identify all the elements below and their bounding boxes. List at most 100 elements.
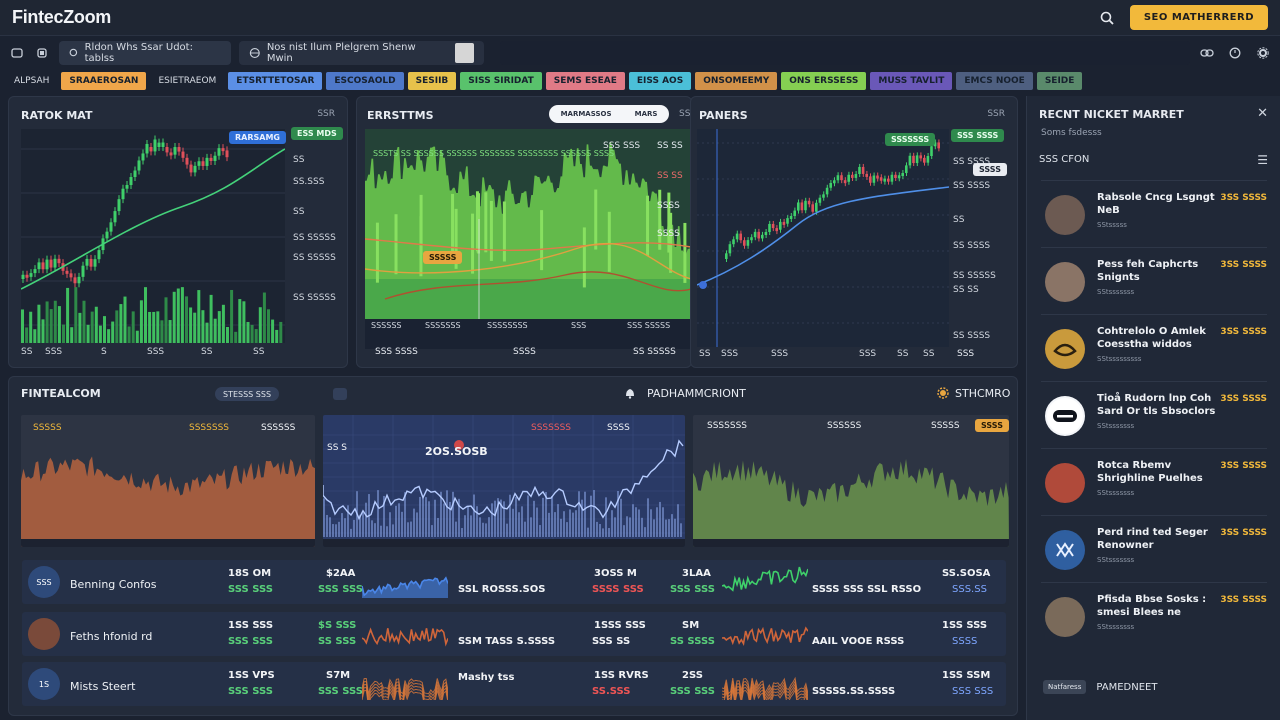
y-tick-label: SS SS [953, 285, 979, 295]
ticker-item[interactable]: ALPSAH [6, 72, 57, 90]
price-chart[interactable] [21, 129, 285, 343]
ticker-item[interactable]: ONS ERSSESS [781, 72, 867, 90]
sparkline-chart [722, 626, 808, 647]
cell-c7b: SSS SSS [952, 686, 994, 697]
center-title: PADHAMMCRIONT [647, 387, 746, 400]
news-item[interactable]: Rotca Rbemv Shrighline Puelhes SStsssssss… [1041, 448, 1267, 514]
chart-panel-center: ERRSTTMS MARMASSOS MARS SS SSS SSS SSSSS… [356, 96, 692, 368]
browser-tab-label: Nos nist Ilum Plelgrem Shenw Mwin [266, 42, 416, 64]
cell-c1a: 1SS SSS [228, 620, 274, 631]
news-item[interactable]: Pess feh Caphcrts Snignts SStsssssss 3SS S… [1041, 247, 1267, 313]
area-chart-plot [21, 456, 315, 547]
sidebar-heading: SSS CFON [1039, 154, 1090, 165]
chart-header: SSSS [607, 423, 630, 433]
ticker-item[interactable]: MUSS TAVLIT [870, 72, 953, 90]
bell-icon[interactable] [625, 387, 635, 399]
footer-label: PAMEDNEET [1096, 681, 1158, 693]
news-value: 3SS SSSS [1220, 528, 1267, 538]
chart-header: SSSSSSS [531, 423, 571, 433]
news-avatar [1045, 597, 1085, 637]
news-logo-icon [1047, 532, 1083, 568]
filter-pill[interactable]: STESSS SSS [215, 387, 280, 401]
ticker-item[interactable]: SESIIB [407, 72, 457, 90]
toggle-extra[interactable]: SS [679, 109, 690, 119]
toggle-small[interactable] [333, 388, 347, 400]
chart-badge-blue: RARSAMG [229, 131, 286, 144]
news-item[interactable]: Pfisda Bbse Sosks : smesi Blees ne SStsss… [1041, 582, 1267, 648]
y-label: SS S [327, 443, 347, 453]
browser-tab-active[interactable]: Rldon Whs Ssar Udot: tablss [58, 41, 232, 65]
sparkline-chart [362, 678, 448, 700]
toggle-option[interactable]: MARS [635, 110, 658, 118]
ticker-item[interactable]: SEMS ESEAE [545, 72, 625, 90]
app-logo[interactable]: FintecZoom [12, 7, 111, 28]
table-row[interactable]: 1S Mists Steert 1SS VPS SSS SSS S7M SSS SSS Ma… [22, 662, 1006, 706]
table-row[interactable]: Feths hfonid rd 1SS SSS SSS SSS $S SSS SS SS… [22, 612, 1006, 656]
bottom-right-value: SS SSSSS [633, 347, 676, 357]
cell-c1a: 1SS VPS [228, 670, 275, 681]
address-bar[interactable] [500, 41, 1191, 65]
x-tick-label: S [101, 347, 107, 357]
search-icon[interactable] [1096, 7, 1118, 29]
panel-title: PANERS [699, 109, 748, 122]
right-title: STHCMRO [955, 387, 1011, 400]
news-source: SStsssssssss [1097, 355, 1142, 363]
cell-c4a: 1SS RVRS [594, 670, 649, 681]
ticker-item[interactable]: SISS SIRIDAT [460, 72, 542, 90]
globe-icon [250, 47, 261, 59]
asset-avatar-text: 1S [38, 679, 50, 689]
cta-button[interactable]: SEO MATHERRERD [1129, 5, 1268, 30]
browser-tab[interactable]: Nos nist Ilum Plelgrem Shenw Mwin [239, 41, 485, 65]
news-item[interactable]: Perd rind ted Seger Renowner SStsssssss 3S… [1041, 515, 1267, 581]
ticker-item[interactable]: EISS AOS [628, 72, 692, 90]
news-avatar [1045, 262, 1085, 302]
cell-c6: AAIL VOOE RSSS [812, 636, 905, 647]
close-icon[interactable]: ✕ [1257, 106, 1268, 121]
cell-c3: Mashy tss [458, 672, 515, 683]
table-row[interactable]: SSS Benning Confos 18S OM SSS SSS $2AA SSS SS… [22, 560, 1006, 604]
cell-c1b: SSS SSS [228, 584, 273, 595]
cell-c2b: SSS SSS [318, 686, 363, 697]
cell-c2a: $S SSS [318, 620, 357, 631]
menu-icon[interactable]: ☰ [1257, 153, 1268, 167]
news-item[interactable]: Tioå Rudorn lnp Coh Sard Or tls Sbsoclor… [1041, 381, 1267, 447]
chart-header: SSSSSS [827, 421, 862, 431]
price-readout: 2OS.SOSB [425, 445, 488, 458]
trend-chart[interactable] [697, 129, 949, 347]
window-icon[interactable] [8, 44, 25, 62]
toggle-option[interactable]: MARMASSOS [561, 110, 612, 118]
ticker-item[interactable]: ONSOMEEMY [695, 72, 778, 90]
news-sidebar: RECNT NICKET MARRET ✕ Soms fsdesss SSS C… [1026, 96, 1280, 720]
cell-c3: SSL ROSSS.SOS [458, 584, 546, 595]
news-value: 3SS SSSS [1220, 394, 1267, 404]
gear-icon[interactable] [937, 387, 949, 399]
cell-c5a: SM [682, 620, 700, 631]
footer-pill[interactable]: Natfaress [1043, 680, 1087, 694]
ticker-item[interactable]: ETSRTTETOSAR [228, 72, 323, 90]
news-item[interactable]: Rabsole Cncg Lsgngt NeB SStsssss 3SS SSSS [1041, 180, 1267, 246]
line-chart-blue[interactable]: SSSSSSS SSSS SS S 2OS.SOSB [323, 415, 685, 547]
news-logo-icon [1047, 331, 1083, 367]
settings-icon[interactable] [1254, 44, 1272, 62]
news-item[interactable]: Cohtrelolo O Amlek Coesstha widdos SStsss… [1041, 314, 1267, 380]
link-icon[interactable] [1198, 44, 1216, 62]
sparkline-chart [722, 676, 808, 700]
area-chart-green[interactable]: SSSSSSS SSSSSS SSSSS SSSS [693, 415, 1009, 547]
ticker-item[interactable]: SRAAEROSAN [61, 72, 147, 90]
news-value: 3SS SSSS [1220, 595, 1267, 605]
asset-avatar-text: SSS [36, 577, 52, 587]
corner-value: SSS [957, 349, 975, 359]
volume-chart[interactable] [365, 129, 691, 349]
chart-toggle[interactable]: MARMASSOS MARS [549, 105, 669, 123]
chart-tag: SSSS [975, 419, 1009, 432]
cell-c5b: SS SSSS [670, 636, 715, 647]
ticker-item[interactable]: EMCS NOOE [956, 72, 1033, 90]
ticker-item[interactable]: ESIETRAEOM [150, 72, 224, 90]
x-tick-label: SSS [721, 349, 739, 359]
y-tick-label: SS SSSSS [953, 271, 996, 281]
clock-icon[interactable] [1226, 44, 1244, 62]
ticker-item[interactable]: ESCOSAOLD [326, 72, 404, 90]
tabs-icon[interactable] [33, 44, 50, 62]
area-chart-orange[interactable]: SSSSS SSSSSSS SSSSSS [21, 415, 315, 547]
ticker-item[interactable]: SEIDE [1036, 72, 1083, 90]
